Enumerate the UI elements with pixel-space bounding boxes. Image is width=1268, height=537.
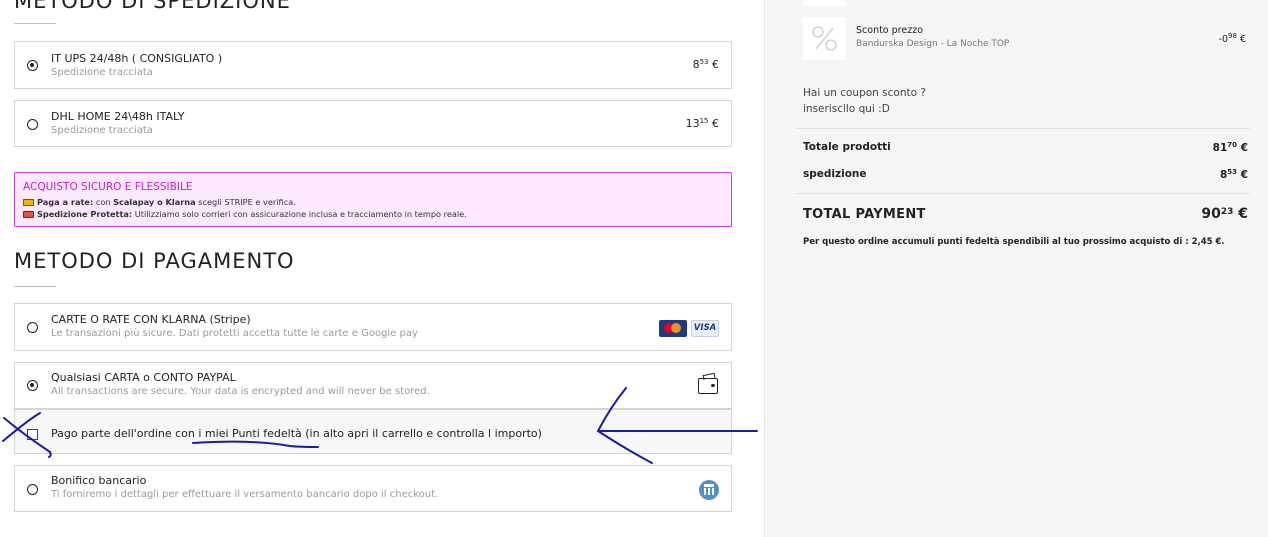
previous-product-thumb	[803, 0, 846, 6]
credit-card-icon	[23, 199, 34, 206]
percent-icon	[812, 26, 837, 51]
truck-icon	[23, 211, 34, 218]
shipping-radio-ups[interactable]	[27, 60, 38, 71]
discount-thumb	[803, 17, 846, 60]
payment-option-name: Qualsiasi CARTA o CONTO PAYPAL	[51, 371, 236, 384]
shipping-option-name: DHL HOME 24\48h ITALY	[51, 110, 185, 123]
shipping-option-name: IT UPS 24/48h ( CONSIGLIATO )	[51, 52, 223, 65]
visa-icon: VISA	[691, 320, 719, 337]
total-products-label: Totale prodotti	[803, 141, 891, 153]
payment-section-title: METODO DI PAGAMENTO	[14, 249, 295, 273]
coupon-link[interactable]: inseriscilo qui :D	[803, 103, 890, 115]
shipping-option-dhl[interactable]: DHL HOME 24\48h ITALY Spedizione traccia…	[14, 100, 732, 147]
checkout-left-column: METODO DI SPEDIZIONE IT UPS 24/48h ( CON…	[0, 0, 764, 537]
shipping-radio-dhl[interactable]	[27, 119, 38, 130]
bank-icon	[699, 480, 719, 500]
wallet-icon	[698, 378, 718, 394]
shipping-option-price: 1315 €	[685, 117, 719, 130]
total-payment-amount: 9023 €	[1201, 206, 1248, 222]
loyalty-points-note: Per questo ordine accumuli punti fedeltà…	[803, 237, 1225, 247]
coupon-question: Hai un coupon sconto ?	[803, 87, 926, 99]
shipping-option-ups[interactable]: IT UPS 24/48h ( CONSIGLIATO ) Spedizione…	[14, 41, 732, 89]
protected-shipping-line: Spedizione Protetta: Utilizziamo solo co…	[23, 209, 467, 219]
mastercard-icon	[659, 320, 687, 337]
installments-line: Paga a rate: con Scalapay o Klarna scegl…	[23, 197, 296, 207]
discount-product: Bandurska Design - La Noche TOP	[856, 39, 1010, 49]
shipping-cost-amount: 853 €	[1219, 168, 1248, 181]
discount-amount: -098 €	[1218, 32, 1246, 45]
order-summary-panel	[764, 0, 1268, 537]
shipping-option-desc: Spedizione tracciata	[51, 125, 153, 136]
payment-option-name: Bonifico bancario	[51, 474, 147, 487]
summary-divider	[796, 128, 1250, 129]
payment-option-stripe[interactable]: CARTE O RATE CON KLARNA (Stripe) Le tran…	[14, 303, 732, 351]
shipping-title-rule	[14, 23, 56, 24]
shipping-option-price: 853 €	[692, 58, 719, 71]
loyalty-points-label: Pago parte dell'ordine con i miei Punti …	[51, 427, 542, 440]
payment-option-desc: Le transazioni più sicure. Dati protetti…	[51, 328, 418, 339]
payment-option-desc: All transactions are secure. Your data i…	[51, 386, 430, 397]
payment-radio-bank[interactable]	[27, 484, 38, 495]
discount-label: Sconto prezzo	[856, 25, 924, 36]
shipping-section-title: METODO DI SPEDIZIONE	[14, 0, 291, 13]
shipping-option-desc: Spedizione tracciata	[51, 67, 153, 78]
payment-option-paypal[interactable]: Qualsiasi CARTA o CONTO PAYPAL All trans…	[14, 362, 732, 409]
total-payment-label: TOTAL PAYMENT	[803, 207, 926, 222]
summary-divider	[796, 193, 1250, 194]
secure-purchase-banner: ACQUISTO SICURO E FLESSIBILE Paga a rate…	[14, 172, 732, 227]
secure-purchase-title: ACQUISTO SICURO E FLESSIBILE	[23, 181, 193, 193]
total-products-amount: 8170 €	[1212, 141, 1248, 154]
loyalty-points-checkbox[interactable]	[27, 429, 38, 440]
payment-option-desc: Ti forniremo i dettagli per effettuare i…	[51, 489, 439, 500]
payment-option-bank[interactable]: Bonifico bancario Ti forniremo i dettagl…	[14, 465, 732, 512]
payment-title-rule	[14, 286, 56, 287]
shipping-cost-label: spedizione	[803, 168, 867, 180]
payment-radio-stripe[interactable]	[27, 322, 38, 333]
loyalty-points-option[interactable]: Pago parte dell'ordine con i miei Punti …	[14, 409, 732, 454]
payment-option-name: CARTE O RATE CON KLARNA (Stripe)	[51, 313, 251, 326]
payment-radio-paypal[interactable]	[27, 380, 38, 391]
